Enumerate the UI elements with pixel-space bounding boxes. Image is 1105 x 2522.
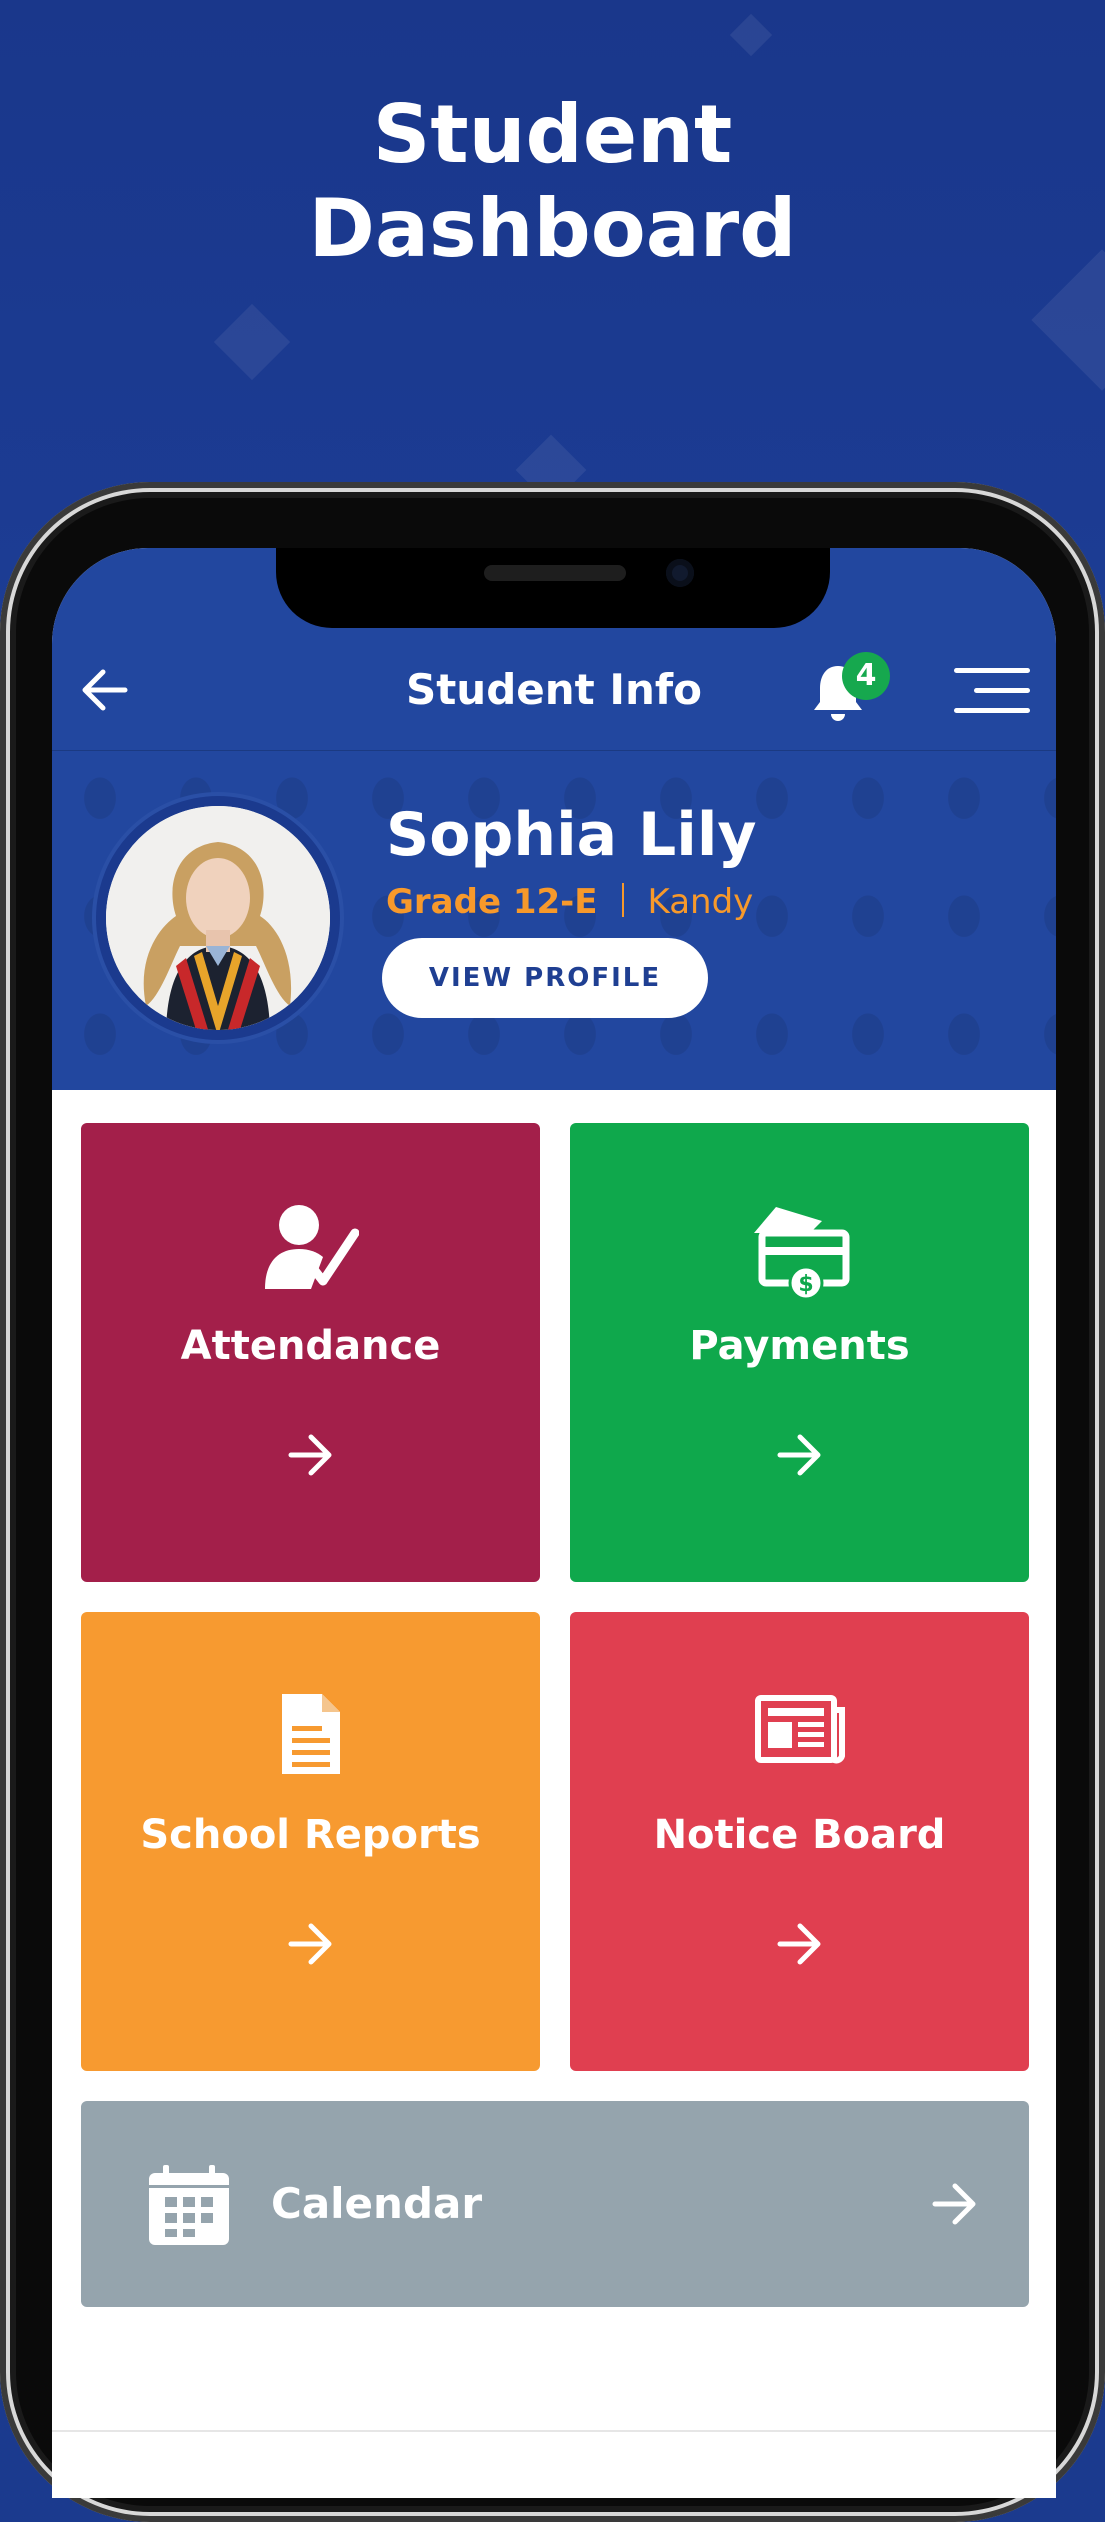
- calendar-button[interactable]: Calendar: [81, 2101, 1029, 2307]
- arrow-right-icon: [777, 1434, 820, 1476]
- tile-attendance[interactable]: Attendance: [81, 1123, 540, 1582]
- phone-camera: [666, 559, 694, 587]
- tile-notice-board[interactable]: Notice Board: [570, 1612, 1029, 2071]
- tile-payments[interactable]: $ Payments: [570, 1123, 1029, 1582]
- svg-text:$: $: [798, 1272, 813, 1297]
- bottom-divider: [52, 2430, 1056, 2432]
- tile-label: Payments: [689, 1323, 910, 1369]
- promo-title: Student Dashboard: [0, 88, 1105, 276]
- avatar: [106, 806, 330, 1030]
- promo-title-line2: Dashboard: [308, 182, 797, 275]
- menu-button[interactable]: [950, 660, 1030, 720]
- phone-speaker: [484, 565, 626, 581]
- header-divider: [52, 750, 1056, 751]
- view-profile-button[interactable]: VIEW PROFILE: [382, 938, 708, 1018]
- arrow-right-icon: [288, 1923, 331, 1965]
- arrow-right-icon: [288, 1434, 331, 1476]
- promo-title-line1: Student: [372, 88, 733, 181]
- document-icon: [281, 1694, 340, 1774]
- student-grade: Grade 12-E: [386, 882, 598, 922]
- payment-card-icon: $: [753, 1207, 849, 1299]
- phone-screen: Student Info 4 Sophia Lily Grade 12-E Ka…: [52, 548, 1056, 2498]
- tile-label: Notice Board: [653, 1812, 946, 1858]
- calendar-icon: [149, 2165, 229, 2245]
- notification-badge: 4: [842, 652, 890, 700]
- student-photo: [106, 806, 330, 1030]
- app-header: Student Info 4 Sophia Lily Grade 12-E Ka…: [52, 548, 1056, 1090]
- meta-separator: [621, 883, 624, 917]
- student-meta: Grade 12-E Kandy: [386, 880, 753, 924]
- page-title: Student Info: [405, 665, 703, 714]
- calendar-label: Calendar: [271, 2179, 483, 2228]
- student-name: Sophia Lily: [386, 800, 757, 870]
- tile-label: School Reports: [140, 1812, 481, 1858]
- arrow-right-icon: [777, 1923, 820, 1965]
- arrow-right-icon: [932, 2183, 976, 2225]
- user-check-icon: [264, 1205, 359, 1289]
- phone-notch: [276, 548, 830, 628]
- tile-label: Attendance: [180, 1323, 441, 1369]
- student-location: Kandy: [647, 882, 754, 922]
- tile-school-reports[interactable]: School Reports: [81, 1612, 540, 2071]
- newspaper-icon: [754, 1695, 845, 1764]
